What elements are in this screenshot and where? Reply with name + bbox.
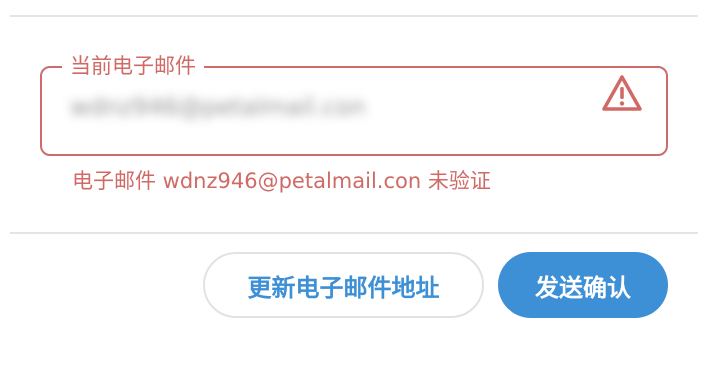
section-divider xyxy=(10,232,698,234)
send-confirmation-button[interactable]: 发送确认 xyxy=(498,252,668,318)
warning-icon xyxy=(602,75,642,111)
current-email-label: 当前电子邮件 xyxy=(62,53,204,79)
update-email-button[interactable]: 更新电子邮件地址 xyxy=(203,252,484,318)
top-divider xyxy=(10,15,698,17)
email-unverified-message: 电子邮件 wdnz946@petalmail.con 未验证 xyxy=(72,169,491,193)
current-email-value[interactable]: wdnz946@petalmail.con xyxy=(70,88,410,126)
